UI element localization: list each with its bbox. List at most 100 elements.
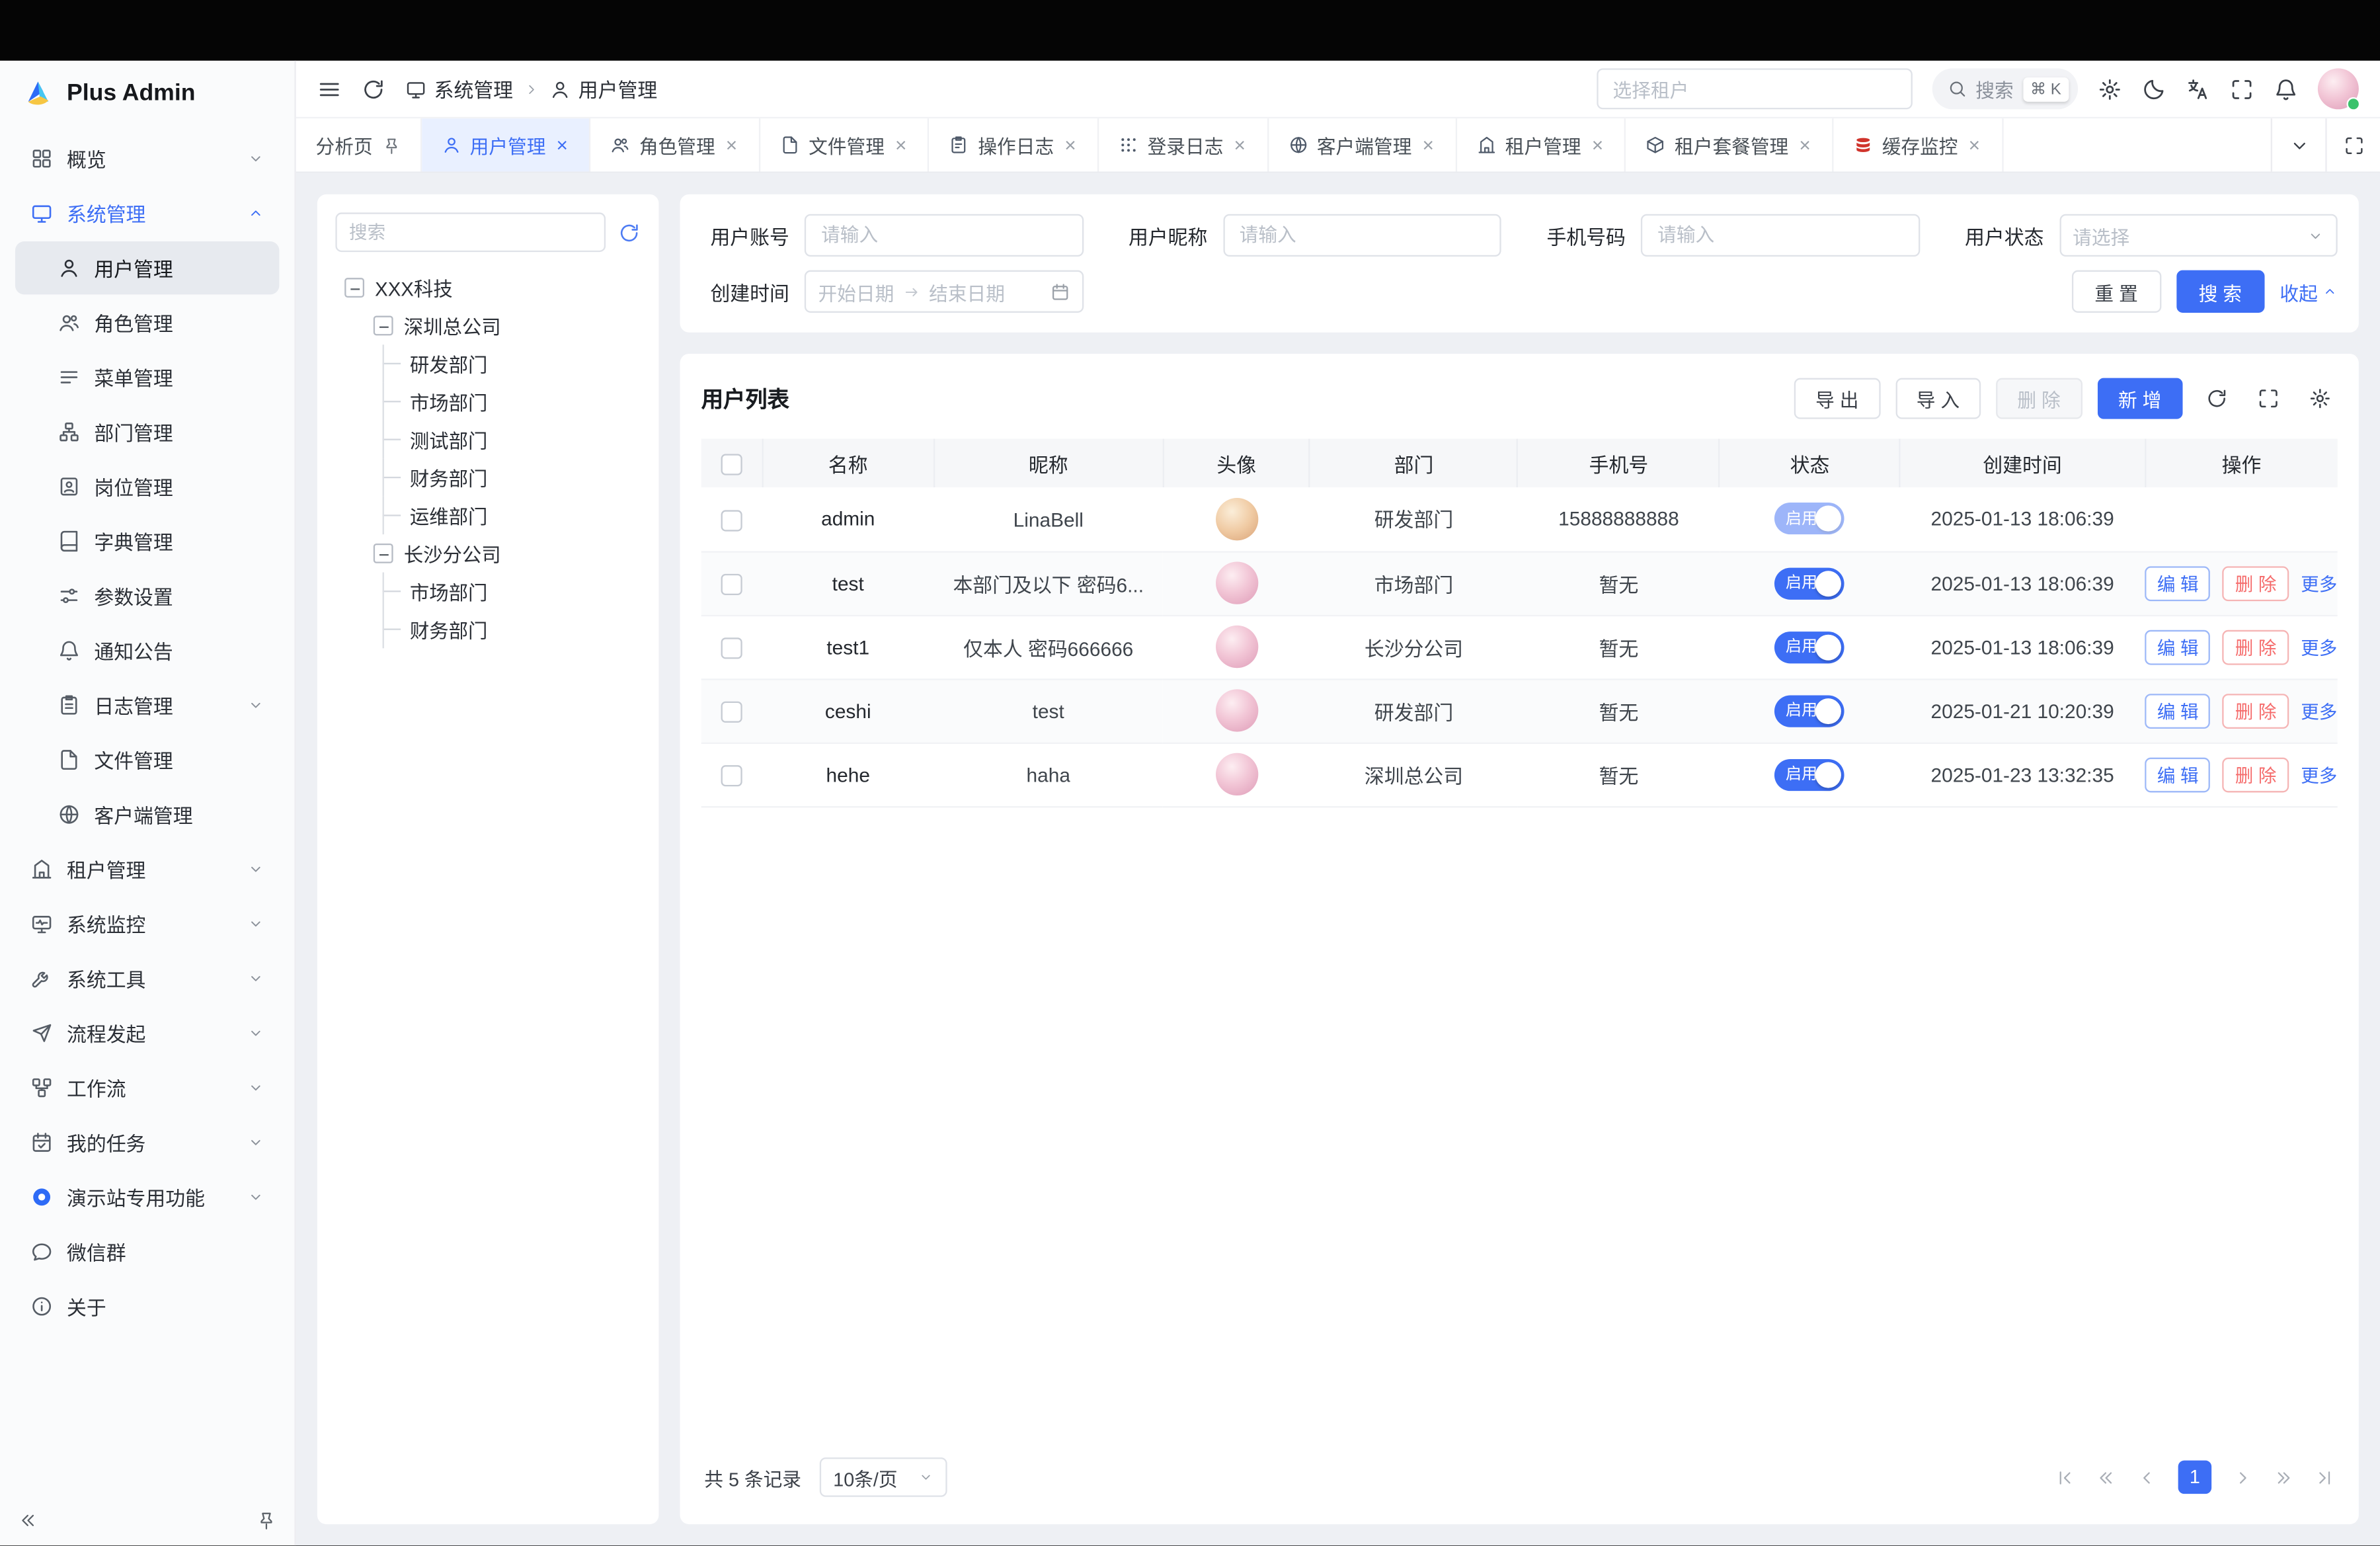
edit-button[interactable]: 编 辑 — [2145, 565, 2211, 600]
status-toggle[interactable]: 启用 — [1775, 567, 1845, 599]
tab-item[interactable]: 用户管理× — [421, 118, 590, 171]
page-size-select[interactable]: 10条/页 — [820, 1458, 948, 1498]
notifications-icon[interactable] — [2274, 77, 2298, 101]
close-icon[interactable]: × — [555, 135, 569, 155]
delete-button[interactable]: 删 除 — [2223, 757, 2289, 792]
tab-item[interactable]: 租户管理× — [1456, 118, 1626, 171]
close-icon[interactable]: × — [1421, 135, 1435, 155]
pin-sidebar-icon[interactable] — [257, 1510, 276, 1530]
account-input[interactable] — [805, 214, 1083, 257]
sidebar-item[interactable]: 通知公告 — [15, 624, 279, 677]
more-button[interactable]: 更多 — [2301, 634, 2337, 660]
page-last-icon[interactable] — [2315, 1468, 2334, 1488]
row-checkbox[interactable] — [721, 637, 742, 659]
tree-node[interactable]: 市场部门 — [335, 573, 640, 610]
export-button[interactable]: 导 出 — [1794, 378, 1880, 419]
sidebar-item[interactable]: 租户管理 — [15, 842, 279, 895]
row-checkbox[interactable] — [721, 573, 742, 594]
delete-button[interactable]: 删 除 — [2223, 693, 2289, 728]
close-icon[interactable]: × — [1967, 135, 1981, 155]
close-icon[interactable]: × — [1590, 135, 1605, 155]
chevrons-left-icon[interactable] — [2096, 1468, 2116, 1488]
sidebar-item[interactable]: 微信群 — [15, 1225, 279, 1278]
sidebar-item[interactable]: 流程发起 — [15, 1006, 279, 1059]
sidebar-item[interactable]: 关于 — [15, 1280, 279, 1332]
row-checkbox[interactable] — [721, 701, 742, 722]
status-toggle[interactable]: 启用 — [1775, 758, 1845, 790]
sidebar-item[interactable]: 参数设置 — [15, 569, 279, 622]
table-settings-button[interactable] — [2301, 380, 2338, 416]
sidebar-item[interactable]: 工作流 — [15, 1061, 279, 1114]
page-first-icon[interactable] — [2055, 1468, 2075, 1488]
tenant-select[interactable]: 选择租户 — [1596, 68, 1912, 109]
close-icon[interactable]: × — [894, 135, 908, 155]
sidebar-item[interactable]: 字典管理 — [15, 514, 279, 567]
refresh-table-button[interactable] — [2198, 380, 2234, 416]
sidebar-item[interactable]: 系统监控 — [15, 897, 279, 950]
tab-item[interactable]: 分析页 — [296, 118, 421, 171]
breadcrumb-item[interactable]: 用户管理 — [549, 75, 657, 104]
chevron-left-icon[interactable] — [2137, 1468, 2157, 1488]
sidebar-item[interactable]: 概览 — [15, 132, 279, 185]
sidebar-item[interactable]: 系统工具 — [15, 952, 279, 1005]
hamburger-icon[interactable] — [317, 77, 342, 101]
close-icon[interactable]: × — [1798, 135, 1812, 155]
phone-input[interactable] — [1641, 214, 1919, 257]
tab-item[interactable]: 缓存监控× — [1833, 118, 2003, 171]
date-range-input[interactable]: 开始日期 结束日期 — [805, 270, 1083, 313]
user-avatar[interactable] — [2318, 68, 2359, 109]
tree-node[interactable]: 财务部门 — [335, 610, 640, 648]
collapse-sidebar-icon[interactable] — [19, 1510, 38, 1530]
collapse-toggle-icon[interactable] — [374, 544, 393, 563]
edit-button[interactable]: 编 辑 — [2145, 630, 2211, 665]
sidebar-item[interactable]: 岗位管理 — [15, 460, 279, 513]
more-button[interactable]: 更多 — [2301, 570, 2337, 596]
row-checkbox[interactable] — [721, 509, 742, 530]
edit-button[interactable]: 编 辑 — [2145, 693, 2211, 728]
tab-item[interactable]: 登录日志× — [1099, 118, 1268, 171]
import-button[interactable]: 导 入 — [1895, 378, 1981, 419]
sidebar-item[interactable]: 菜单管理 — [15, 350, 279, 403]
dark-mode-icon[interactable] — [2142, 77, 2166, 101]
tab-dropdown-button[interactable] — [2271, 118, 2326, 171]
tree-node[interactable]: 市场部门 — [335, 383, 640, 421]
tree-search-input[interactable] — [335, 212, 606, 252]
close-icon[interactable]: × — [724, 135, 738, 155]
tab-item[interactable]: 角色管理× — [590, 118, 760, 171]
delete-button[interactable]: 删 除 — [2223, 630, 2289, 665]
tab-item[interactable]: 操作日志× — [930, 118, 1099, 171]
status-toggle[interactable]: 启用 — [1775, 631, 1845, 663]
sidebar-item[interactable]: 我的任务 — [15, 1116, 279, 1169]
current-page[interactable]: 1 — [2178, 1461, 2212, 1494]
delete-selected-button[interactable]: 删 除 — [1996, 378, 2082, 419]
pin-icon[interactable] — [381, 136, 400, 154]
more-button[interactable]: 更多 — [2301, 761, 2337, 787]
edit-button[interactable]: 编 辑 — [2145, 757, 2211, 792]
tree-node[interactable]: XXX科技 — [335, 268, 640, 306]
sidebar-item[interactable]: 系统管理 — [15, 186, 279, 239]
close-icon[interactable]: × — [1063, 135, 1078, 155]
sidebar-item[interactable]: 客户端管理 — [15, 788, 279, 841]
add-button[interactable]: 新 增 — [2097, 378, 2183, 419]
status-toggle[interactable]: 启用 — [1775, 503, 1845, 535]
delete-button[interactable]: 删 除 — [2223, 565, 2289, 600]
tree-node[interactable]: 财务部门 — [335, 458, 640, 496]
refresh-page-icon[interactable] — [361, 77, 385, 101]
status-select[interactable]: 请选择 — [2059, 214, 2337, 257]
row-checkbox[interactable] — [721, 765, 742, 786]
global-search[interactable]: 搜索 ⌘ K — [1932, 68, 2078, 109]
tab-fullscreen-button[interactable] — [2325, 118, 2380, 171]
close-icon[interactable]: × — [1232, 135, 1247, 155]
more-button[interactable]: 更多 — [2301, 698, 2337, 723]
expand-table-button[interactable] — [2250, 380, 2286, 416]
sidebar-item[interactable]: 日志管理 — [15, 678, 279, 731]
sidebar-item[interactable]: 文件管理 — [15, 733, 279, 786]
collapse-toggle-icon[interactable] — [374, 316, 393, 336]
collapse-filters-link[interactable]: 收起 — [2280, 277, 2337, 306]
breadcrumb-item[interactable]: 系统管理 — [405, 75, 513, 104]
reset-button[interactable]: 重 置 — [2072, 270, 2161, 313]
fullscreen-icon[interactable] — [2230, 77, 2254, 101]
chevron-right-icon[interactable] — [2233, 1468, 2252, 1488]
collapse-toggle-icon[interactable] — [344, 278, 364, 298]
sidebar-item[interactable]: 角色管理 — [15, 296, 279, 349]
